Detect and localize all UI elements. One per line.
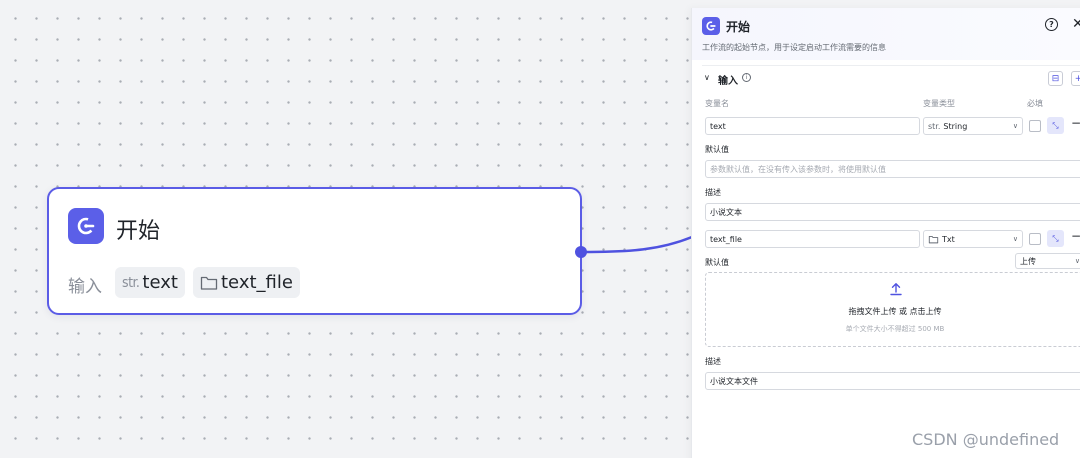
- folder-icon: [928, 235, 939, 243]
- variable-type-select[interactable]: str. String ∨: [923, 117, 1023, 135]
- divider: [702, 65, 1080, 66]
- collapse-icon[interactable]: ⤡: [1047, 117, 1064, 134]
- file-upload-dropzone[interactable]: 拖拽文件上传 或 点击上传 单个文件大小不得超过 500 MB: [705, 272, 1080, 347]
- node-config-panel: 开始 工作流的起始节点，用于设定启动工作流需要的信息 ? ✕ ∨ 输入 i ⊟ …: [691, 8, 1080, 458]
- column-header-name: 变量名: [705, 99, 729, 108]
- panel-description: 工作流的起始节点，用于设定启动工作流需要的信息: [702, 43, 886, 52]
- chevron-down-icon: ∨: [1012, 122, 1018, 130]
- upload-size-hint: 单个文件大小不得超过 500 MB: [845, 325, 945, 333]
- connection-edge[interactable]: [580, 225, 695, 260]
- variable-name-input[interactable]: text: [705, 117, 920, 135]
- variable-name-input[interactable]: text_file: [705, 230, 920, 248]
- required-checkbox[interactable]: [1029, 120, 1041, 132]
- variable-type-value: Txt: [942, 234, 955, 244]
- default-mode-value: 上传: [1020, 256, 1036, 266]
- import-variable-button[interactable]: ⊟: [1048, 71, 1063, 86]
- description-label: 描述: [705, 188, 721, 197]
- watermark: CSDN @undefined: [912, 430, 1060, 449]
- output-port[interactable]: [575, 246, 587, 258]
- remove-variable-button[interactable]: −: [1071, 116, 1080, 130]
- variable-type-value: String: [943, 121, 968, 131]
- required-checkbox[interactable]: [1029, 233, 1041, 245]
- input-chip-text: str. text: [115, 267, 185, 298]
- variable-type-select[interactable]: Txt ∨: [923, 230, 1023, 248]
- info-icon[interactable]: i: [742, 73, 751, 82]
- remove-variable-button[interactable]: −: [1071, 229, 1080, 243]
- input-chip-label: text_file: [221, 272, 293, 293]
- chevron-down-icon: ∨: [1012, 235, 1018, 243]
- chevron-down-icon: ∨: [1074, 257, 1080, 265]
- column-header-required: 必填: [1027, 99, 1043, 108]
- start-node-icon: [702, 17, 720, 35]
- description-label: 描述: [705, 357, 721, 366]
- default-mode-select[interactable]: 上传 ∨: [1015, 253, 1080, 269]
- upload-instruction: 拖拽文件上传 或 点击上传: [848, 307, 942, 316]
- section-title: 输入: [718, 76, 738, 87]
- start-node[interactable]: 开始 输入 str. text text_file: [47, 187, 582, 315]
- column-header-type: 变量类型: [923, 99, 955, 108]
- chevron-down-icon[interactable]: ∨: [704, 73, 710, 82]
- upload-icon: [890, 283, 902, 296]
- node-input-label: 输入: [68, 277, 102, 297]
- input-chip-text-file: text_file: [193, 267, 300, 298]
- panel-title: 开始: [726, 20, 751, 34]
- collapse-icon[interactable]: ⤡: [1047, 230, 1064, 247]
- default-value-label: 默认值: [705, 258, 729, 267]
- help-icon[interactable]: ?: [1045, 18, 1058, 31]
- description-input[interactable]: 小说文本文件: [705, 372, 1080, 390]
- folder-icon: [200, 276, 218, 290]
- string-type-badge: str.: [928, 121, 941, 131]
- default-value-input[interactable]: 参数默认值，在没有传入该参数时，将使用默认值: [705, 160, 1080, 178]
- default-value-label: 默认值: [705, 145, 729, 154]
- add-variable-button[interactable]: +: [1071, 71, 1080, 86]
- close-icon[interactable]: ✕: [1072, 16, 1080, 32]
- input-chip-label: text: [142, 272, 178, 293]
- string-type-badge: str.: [122, 274, 140, 291]
- description-input[interactable]: 小说文本: [705, 203, 1080, 221]
- node-title: 开始: [116, 219, 161, 244]
- start-node-icon: [68, 208, 104, 244]
